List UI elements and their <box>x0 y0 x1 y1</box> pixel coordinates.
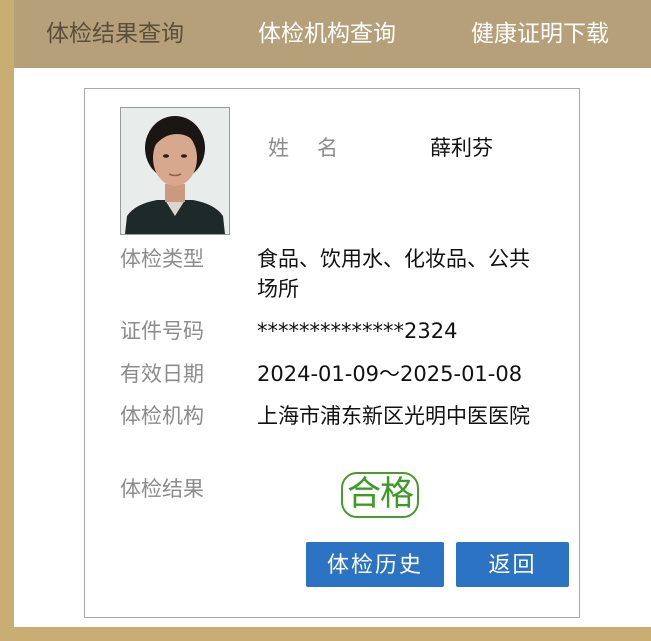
back-button[interactable]: 返回 <box>456 542 569 587</box>
exam-result-label: 体检结果 <box>120 477 204 501</box>
tab-exam-result-query[interactable]: 体检结果查询 <box>46 18 184 50</box>
exam-institution-label: 体检机构 <box>120 404 204 428</box>
result-card: 姓名 薛利芬 体检类型 食品、饮用水、化妆品、公共场所 证件号码 *******… <box>84 88 580 618</box>
qualified-stamp: 合格 <box>341 472 419 518</box>
tab-exam-institution-query[interactable]: 体检机构查询 <box>258 18 396 50</box>
valid-date-value: 2024-01-09～2025-01-08 <box>257 362 523 386</box>
id-number-label: 证件号码 <box>120 319 204 343</box>
exam-type-label: 体检类型 <box>120 247 204 271</box>
exam-institution-value: 上海市浦东新区光明中医医院 <box>257 404 530 428</box>
valid-date-label: 有效日期 <box>120 362 204 386</box>
person-photo-icon <box>121 108 229 234</box>
person-photo <box>120 107 230 235</box>
name-label: 姓名 <box>268 136 366 160</box>
id-number-value: **************2324 <box>257 319 458 343</box>
exam-history-button[interactable]: 体检历史 <box>306 542 444 587</box>
tab-health-certificate-download[interactable]: 健康证明下载 <box>471 18 609 50</box>
content-area: 姓名 薛利芬 体检类型 食品、饮用水、化妆品、公共场所 证件号码 *******… <box>14 68 651 627</box>
exam-type-value: 食品、饮用水、化妆品、公共场所 <box>257 247 530 301</box>
top-nav: 体检结果查询 体检机构查询 健康证明下载 <box>14 0 651 68</box>
name-value: 薛利芬 <box>430 136 493 160</box>
